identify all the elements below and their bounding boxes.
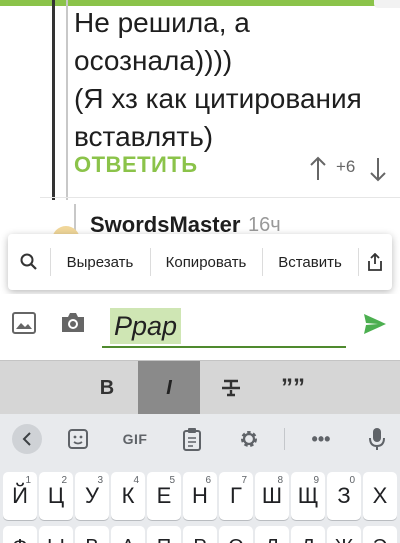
- key[interactable]: 0З: [327, 472, 361, 520]
- key-label: Х: [372, 483, 388, 508]
- key[interactable]: 4К: [111, 472, 145, 520]
- key-label: З: [337, 483, 351, 508]
- key[interactable]: 8Ш: [255, 472, 289, 520]
- comment-divider: [40, 197, 400, 198]
- input-value: Ppap: [110, 308, 182, 344]
- key[interactable]: Ж: [327, 526, 361, 543]
- share-icon[interactable]: [358, 234, 392, 290]
- reply-button[interactable]: ОТВЕТИТЬ: [74, 152, 198, 178]
- thread-line-active: [52, 0, 55, 200]
- upvote-arrow-icon[interactable]: [308, 156, 328, 182]
- key[interactable]: Э: [363, 526, 397, 543]
- downvote-arrow-icon[interactable]: [368, 156, 388, 182]
- key[interactable]: 6Н: [183, 472, 217, 520]
- key[interactable]: 2Ц: [39, 472, 73, 520]
- key[interactable]: А: [111, 526, 145, 543]
- key-label: Ш: [261, 483, 283, 508]
- key[interactable]: Ф: [3, 526, 37, 543]
- quote-button[interactable]: ””: [262, 361, 324, 415]
- key[interactable]: Д: [291, 526, 325, 543]
- key-label: Щ: [297, 483, 319, 508]
- thread-line: [66, 0, 68, 200]
- comment-input[interactable]: Ppap: [102, 306, 346, 348]
- comment-line: осознала)))): [74, 45, 233, 76]
- key-label: Н: [192, 483, 208, 508]
- key[interactable]: Х: [363, 472, 397, 520]
- key[interactable]: П: [147, 526, 181, 543]
- key-hint: 9: [313, 475, 319, 486]
- key-hint: 1: [25, 475, 31, 486]
- clipboard-icon[interactable]: [180, 426, 204, 452]
- key[interactable]: 7Г: [219, 472, 253, 520]
- key[interactable]: 3У: [75, 472, 109, 520]
- format-toolbar: B I ””: [0, 360, 400, 415]
- key-label: Ц: [47, 483, 65, 508]
- bold-button[interactable]: B: [76, 361, 138, 415]
- key[interactable]: Ы: [39, 526, 73, 543]
- camera-icon[interactable]: [60, 310, 86, 334]
- key-label: У: [85, 483, 99, 508]
- comment-body: Не решила, а осознала)))) (Я хз как цити…: [74, 4, 394, 156]
- key-hint: 0: [349, 475, 355, 486]
- microphone-icon[interactable]: [366, 426, 388, 452]
- key-hint: 3: [97, 475, 103, 486]
- gear-icon[interactable]: [236, 426, 262, 452]
- comment-line: Не решила, а: [74, 7, 250, 38]
- key-hint: 7: [241, 475, 247, 486]
- comment-line: (Я хз как цитирования: [74, 83, 362, 114]
- key-hint: 6: [205, 475, 211, 486]
- key-label: Й: [12, 483, 28, 508]
- comment-composer: Ppap: [0, 294, 400, 360]
- key[interactable]: В: [75, 526, 109, 543]
- keyboard: 1Й 2Ц 3У 4К 5Е 6Н 7Г 8Ш 9Щ 0З Х Ф Ы В А …: [0, 464, 400, 543]
- image-icon[interactable]: [12, 312, 36, 334]
- toolbar-separator: [284, 428, 285, 450]
- key-hint: 8: [277, 475, 283, 486]
- gif-button[interactable]: GIF: [120, 426, 150, 452]
- vote-count: +6: [336, 157, 356, 176]
- key-row-1: 1Й 2Ц 3У 4К 5Е 6Н 7Г 8Ш 9Щ 0З Х: [2, 472, 398, 520]
- copy-button[interactable]: Копировать: [150, 234, 262, 290]
- send-icon[interactable]: [362, 312, 388, 336]
- search-icon[interactable]: [8, 234, 50, 290]
- key-label: К: [121, 483, 135, 508]
- keyboard-toolbar: GIF •••: [0, 414, 400, 464]
- cut-button[interactable]: Вырезать: [50, 234, 150, 290]
- key-label: Г: [230, 483, 242, 508]
- key-hint: 4: [133, 475, 139, 486]
- key[interactable]: 9Щ: [291, 472, 325, 520]
- key-label: Е: [156, 483, 172, 508]
- sticker-icon[interactable]: [66, 426, 90, 452]
- more-button[interactable]: •••: [306, 426, 336, 452]
- key[interactable]: О: [219, 526, 253, 543]
- key-row-2: Ф Ы В А П Р О Л Д Ж Э: [2, 526, 398, 543]
- key-hint: 2: [61, 475, 67, 486]
- key[interactable]: Л: [255, 526, 289, 543]
- key[interactable]: 5Е: [147, 472, 181, 520]
- key-hint: 5: [169, 475, 175, 486]
- paste-button[interactable]: Вставить: [262, 234, 358, 290]
- key[interactable]: 1Й: [3, 472, 37, 520]
- strikethrough-button[interactable]: [200, 361, 262, 415]
- strikethrough-icon: [222, 379, 240, 397]
- italic-button[interactable]: I: [138, 361, 200, 415]
- keyboard-back-button[interactable]: [12, 424, 42, 454]
- key[interactable]: Р: [183, 526, 217, 543]
- comment-line: вставлять): [74, 121, 214, 152]
- text-selection-menu: Вырезать Копировать Вставить: [8, 234, 392, 290]
- chevron-left-icon: [22, 432, 31, 446]
